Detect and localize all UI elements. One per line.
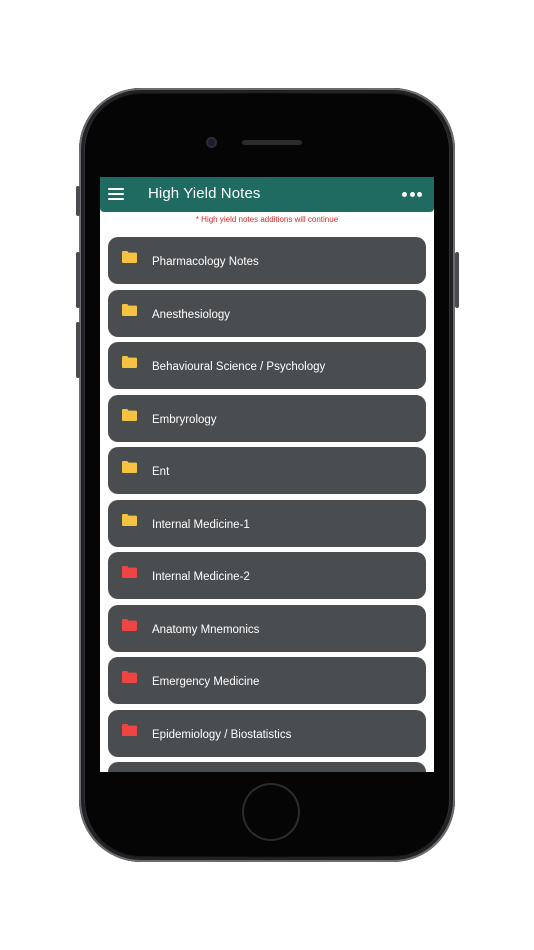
list-item[interactable]: Embryrology — [108, 394, 426, 442]
list-item-label: Embryrology — [152, 413, 217, 426]
app-screen: High Yield Notes * High yield notes addi… — [100, 177, 434, 772]
earpiece-speaker — [242, 140, 302, 145]
list-item[interactable] — [108, 762, 426, 772]
more-options-icon[interactable] — [402, 190, 422, 198]
folder-icon — [122, 566, 137, 578]
folder-icon — [122, 671, 137, 683]
list-item-label: Emergency Medicine — [152, 676, 260, 688]
list-item-label: Pharmacology Notes — [152, 256, 259, 268]
folder-icon — [122, 461, 137, 473]
list-item-label: Epidemiology / Biostatistics — [152, 728, 292, 741]
list-item[interactable]: Anatomy Mnemonics — [108, 604, 426, 652]
list-item[interactable]: Anesthesiology — [108, 289, 426, 337]
hamburger-menu-icon[interactable] — [108, 188, 124, 201]
list-item[interactable]: Internal Medicine-2 — [108, 552, 426, 599]
page-title: High Yield Notes — [148, 185, 261, 202]
folder-icon — [122, 513, 137, 526]
list-item-label: Internal Medicine-2 — [152, 571, 250, 583]
folder-icon — [122, 251, 137, 263]
list-item-label: Ent — [152, 466, 170, 478]
folder-icon — [122, 408, 137, 421]
list-item[interactable]: Epidemiology / Biostatistics — [108, 709, 426, 757]
list-item[interactable]: Behavioural Science / Psychology — [108, 342, 426, 389]
list-item[interactable]: Ent — [108, 447, 426, 494]
home-button[interactable] — [242, 783, 300, 841]
list-item[interactable]: Pharmacology Notes — [108, 237, 426, 284]
app-bar: High Yield Notes — [100, 177, 434, 212]
list-item[interactable]: Emergency Medicine — [108, 657, 426, 704]
list-item[interactable]: Internal Medicine-1 — [108, 499, 426, 547]
folder-icon — [122, 723, 137, 736]
notice-text: * High yield notes additions will contin… — [195, 215, 339, 224]
folder-icon — [122, 618, 137, 631]
list-item-label: Internal Medicine-1 — [152, 518, 250, 531]
notes-list: Pharmacology Notes Anesthesiology Behaviou… — [108, 237, 426, 772]
side-button-power — [455, 252, 459, 308]
front-camera-icon — [206, 137, 217, 148]
side-button-volume-down — [76, 322, 80, 378]
list-item-label: Anesthesiology — [152, 308, 230, 321]
side-button-volume-up — [76, 252, 80, 308]
folder-icon — [122, 303, 137, 316]
list-item-label: Anatomy Mnemonics — [152, 623, 260, 636]
side-button-mute — [76, 186, 80, 216]
list-item-label: Behavioural Science / Psychology — [152, 361, 326, 373]
folder-icon — [122, 356, 137, 368]
